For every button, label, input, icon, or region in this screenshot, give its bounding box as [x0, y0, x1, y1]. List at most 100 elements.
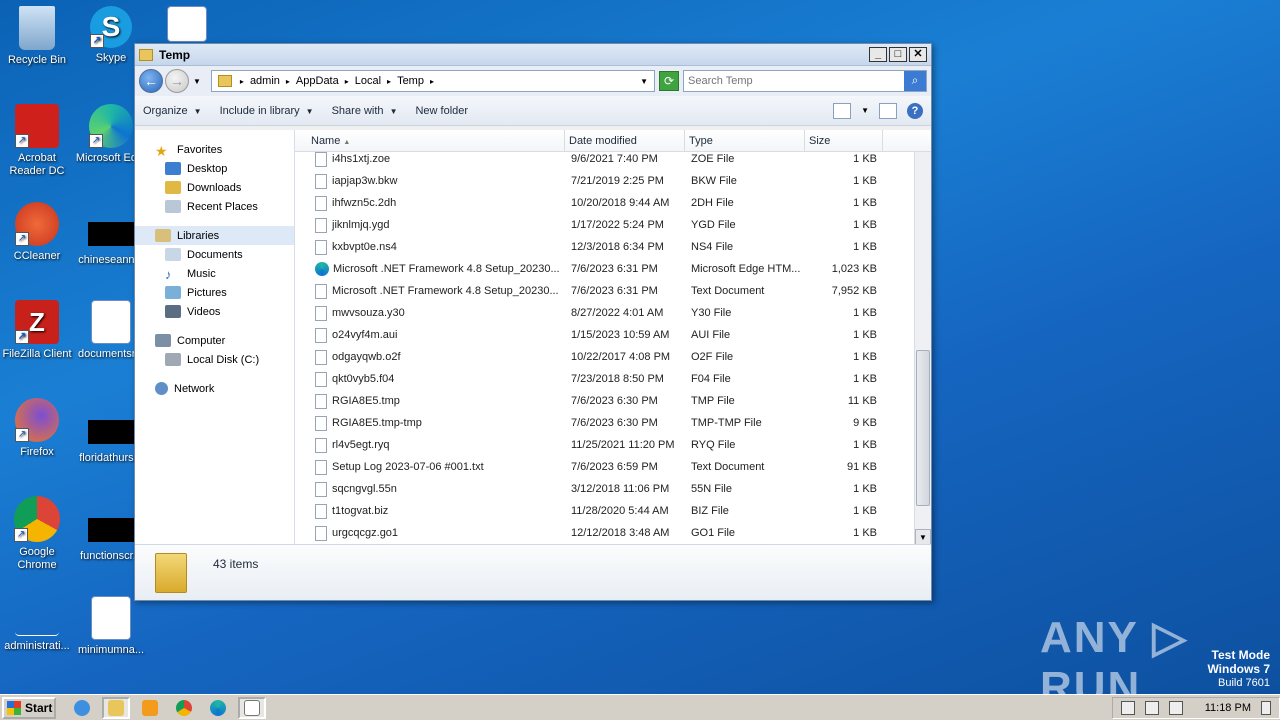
breadcrumb-local[interactable]: Local — [355, 75, 381, 87]
volume-icon[interactable] — [1120, 700, 1135, 715]
view-options-icon[interactable] — [833, 102, 852, 119]
maximize-button[interactable]: □ — [889, 47, 907, 62]
nav-recent-places[interactable]: Recent Places — [135, 197, 294, 216]
desktop-icon-filezilla[interactable]: Z ↗ FileZilla Client — [0, 300, 74, 361]
file-row[interactable]: iapjap3w.bkw 7/21/2019 2:25 PM BKW File 1 K… — [295, 170, 913, 192]
organize-button[interactable]: Organize ▼ — [143, 105, 202, 117]
back-button[interactable]: ← — [139, 69, 163, 93]
desktop-icon-chrome[interactable]: ↗ Google Chrome — [0, 496, 74, 572]
file-row[interactable]: sqcngvgl.55n 3/12/2018 11:06 PM 55N File 1 … — [295, 478, 913, 500]
file-row[interactable]: urgcqcgz.go1 12/12/2018 3:48 AM GO1 File 1 … — [295, 522, 913, 544]
desktop-icon-ccleaner[interactable]: ↗ CCleaner — [0, 202, 74, 263]
nav-videos[interactable]: Videos — [135, 302, 294, 321]
file-row[interactable]: jiknlmjq.ygd 1/17/2022 5:24 PM YGD File 1 K… — [295, 214, 913, 236]
file-icon — [315, 459, 327, 475]
preview-pane-icon[interactable] — [879, 102, 897, 119]
breadcrumb-admin[interactable]: admin — [250, 75, 280, 87]
file-date: 10/22/2017 4:08 PM — [571, 351, 671, 363]
blank-file-icon — [15, 600, 59, 636]
clock[interactable]: 11:18 PM — [1205, 702, 1251, 714]
nav-music[interactable]: ♪ Music — [135, 264, 294, 283]
nav-downloads[interactable]: Downloads — [135, 178, 294, 197]
desktop-icon-firefox[interactable]: ↗ Firefox — [0, 398, 74, 459]
desktop-icon-administrati[interactable]: administrati... — [0, 600, 74, 653]
firefox-icon: ↗ — [15, 398, 59, 442]
nav-computer[interactable]: Computer — [135, 331, 294, 350]
chevron-right-icon[interactable]: ▸ — [430, 77, 434, 86]
file-type: TMP File — [691, 395, 735, 407]
breadcrumb[interactable]: ▸ admin ▸ AppData ▸ Local ▸ Temp ▸ ▼ — [210, 70, 655, 92]
file-row[interactable]: ihfwzn5c.2dh 10/20/2018 9:44 AM 2DH File 1 … — [295, 192, 913, 214]
taskbar-chrome[interactable] — [170, 697, 198, 719]
taskbar-explorer[interactable] — [102, 696, 130, 719]
file-row[interactable]: Microsoft .NET Framework 4.8 Setup_20230… — [295, 258, 913, 280]
desktop-icon-word-doc[interactable] — [150, 6, 224, 46]
close-button[interactable]: ✕ — [909, 47, 927, 62]
new-folder-button[interactable]: New folder — [415, 105, 468, 117]
search-input[interactable] — [684, 75, 904, 87]
desktop-icon-acrobat[interactable]: ↗ Acrobat Reader DC — [0, 104, 74, 178]
file-name-text: o24vyf4m.aui — [332, 329, 398, 341]
file-type: 55N File — [691, 483, 732, 495]
file-row[interactable]: qkt0vyb5.f04 7/23/2018 8:50 PM F04 File 1 K… — [295, 368, 913, 390]
chevron-down-icon[interactable]: ▼ — [861, 106, 869, 115]
file-row[interactable]: RGIA8E5.tmp-tmp 7/6/2023 6:30 PM TMP-TMP F… — [295, 412, 913, 434]
nav-network[interactable]: Network — [135, 379, 294, 398]
column-type[interactable]: Type — [685, 130, 805, 151]
taskbar-edge[interactable] — [204, 697, 232, 719]
file-row[interactable]: Setup Log 2023-07-06 #001.txt 7/6/2023 6:… — [295, 456, 913, 478]
desktop-icon-minimumna[interactable]: minimumna... — [74, 596, 148, 657]
refresh-button[interactable]: ⟳ — [659, 71, 679, 91]
scrollbar-thumb[interactable] — [916, 350, 930, 506]
show-desktop-button[interactable] — [1261, 700, 1271, 715]
title-bar[interactable]: Temp _ □ ✕ — [135, 44, 931, 66]
taskbar-notepad[interactable] — [238, 696, 266, 719]
desktop-icon-recycle-bin[interactable]: Recycle Bin — [0, 6, 74, 67]
explorer-window[interactable]: Temp _ □ ✕ ← → ▼ ▸ admin ▸ AppData ▸ Loc… — [134, 43, 932, 601]
column-size[interactable]: Size — [805, 130, 883, 151]
edge-html-file-icon — [315, 262, 329, 276]
minimize-button[interactable]: _ — [869, 47, 887, 62]
nav-local-disk[interactable]: Local Disk (C:) — [135, 350, 294, 369]
taskbar-media-player[interactable] — [136, 697, 164, 719]
share-with-button[interactable]: Share with ▼ — [332, 105, 398, 117]
column-name[interactable]: Name ▲ — [295, 130, 565, 151]
file-row[interactable]: t1togvat.biz 11/28/2020 5:44 AM BIZ File 1 … — [295, 500, 913, 522]
nav-label: Downloads — [187, 181, 242, 194]
taskbar-ie[interactable] — [68, 697, 96, 719]
file-row[interactable]: mwvsouza.y30 8/27/2022 4:01 AM Y30 File 1 K… — [295, 302, 913, 324]
file-name: i4hs1xtj.zoe — [295, 151, 565, 167]
chevron-right-icon[interactable]: ▸ — [240, 77, 244, 86]
column-date-modified[interactable]: Date modified — [565, 130, 685, 151]
chevron-down-icon[interactable]: ▼ — [640, 77, 648, 86]
vertical-scrollbar[interactable]: ▲ ▼ — [914, 130, 931, 546]
start-button[interactable]: Start — [2, 696, 56, 719]
file-row[interactable]: o24vyf4m.aui 1/15/2023 10:59 AM AUI File 1 … — [295, 324, 913, 346]
search-box[interactable]: ⌕ — [683, 70, 927, 92]
file-icon — [315, 151, 327, 167]
file-row[interactable]: kxbvpt0e.ns4 12/3/2018 6:34 PM NS4 File 1 K… — [295, 236, 913, 258]
action-center-flag-icon[interactable] — [1168, 700, 1183, 715]
chevron-right-icon[interactable]: ▸ — [387, 77, 391, 86]
breadcrumb-temp[interactable]: Temp — [397, 75, 424, 87]
help-icon[interactable]: ? — [907, 102, 923, 119]
chevron-right-icon[interactable]: ▸ — [345, 77, 349, 86]
network-icon[interactable] — [1144, 700, 1159, 715]
breadcrumb-appdata[interactable]: AppData — [296, 75, 339, 87]
nav-favorites[interactable]: ★ Favorites — [135, 140, 294, 159]
file-row[interactable]: RGIA8E5.tmp 7/6/2023 6:30 PM TMP File 11 KB — [295, 390, 913, 412]
nav-documents[interactable]: Documents — [135, 245, 294, 264]
forward-button[interactable]: → — [165, 69, 189, 93]
file-row[interactable]: odgayqwb.o2f 10/22/2017 4:08 PM O2F File 1 … — [295, 346, 913, 368]
include-in-library-button[interactable]: Include in library ▼ — [220, 105, 314, 117]
file-type: O2F File — [691, 351, 734, 363]
search-icon[interactable]: ⌕ — [904, 71, 926, 91]
nav-pictures[interactable]: Pictures — [135, 283, 294, 302]
nav-libraries[interactable]: Libraries — [135, 226, 294, 245]
file-row[interactable]: rl4v5egt.ryq 11/25/2021 11:20 PM RYQ File 1… — [295, 434, 913, 456]
file-icon — [315, 415, 327, 431]
chevron-right-icon[interactable]: ▸ — [286, 77, 290, 86]
nav-desktop[interactable]: Desktop — [135, 159, 294, 178]
recent-pages-dropdown[interactable]: ▼ — [193, 77, 201, 86]
file-row[interactable]: Microsoft .NET Framework 4.8 Setup_20230… — [295, 280, 913, 302]
